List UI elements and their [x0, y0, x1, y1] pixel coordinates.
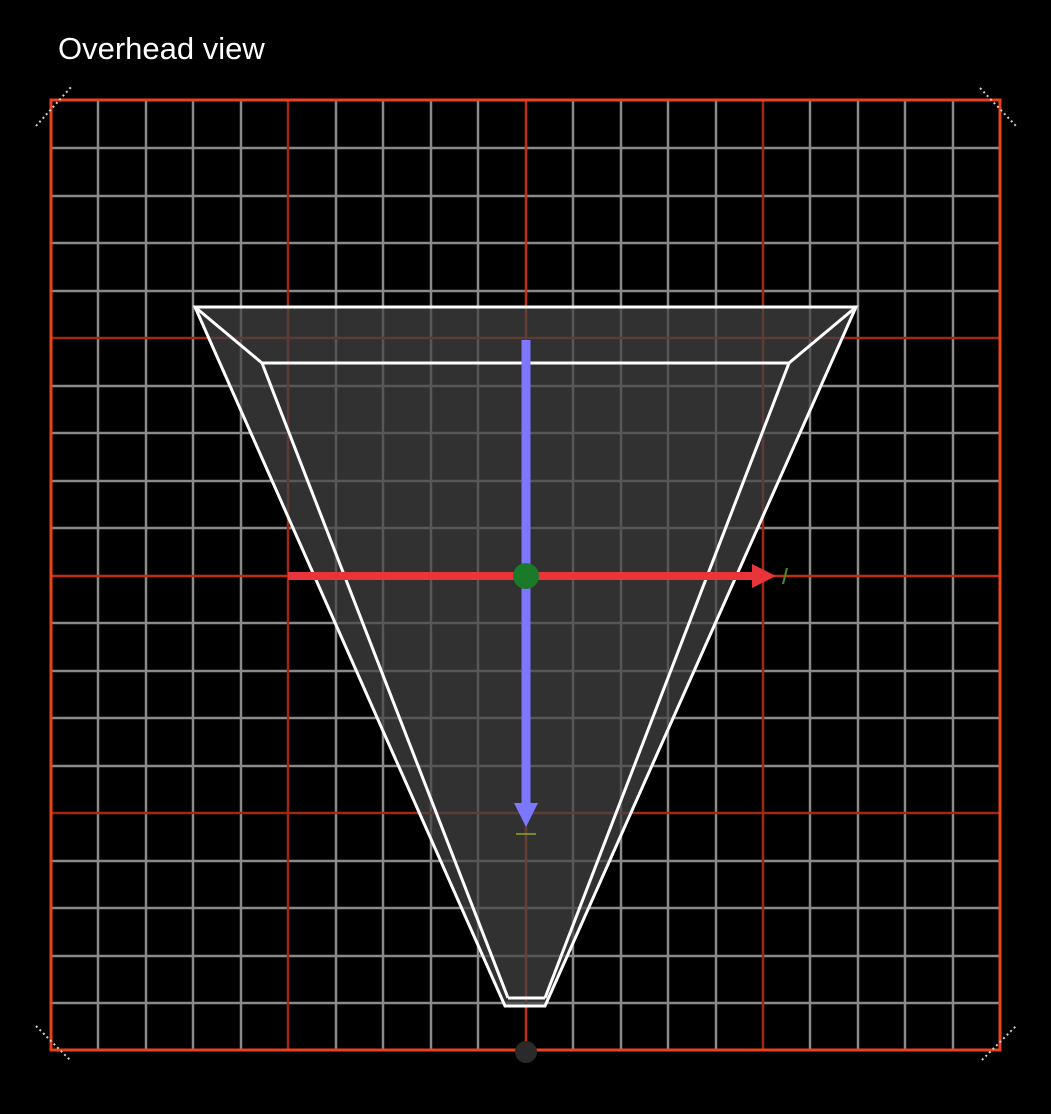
- overhead-viewport[interactable]: [0, 0, 1051, 1114]
- ground-marker-icon: [515, 1041, 537, 1063]
- pivot-handle-icon[interactable]: [513, 563, 539, 589]
